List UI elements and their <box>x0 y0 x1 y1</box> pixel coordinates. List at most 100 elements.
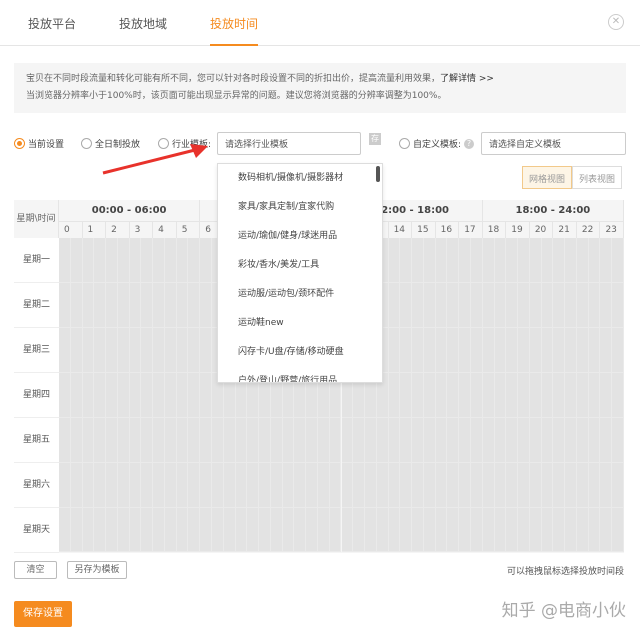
dropdown-option[interactable]: 户外/登山/野营/旅行用品 <box>218 367 382 383</box>
time-slot-cell[interactable] <box>459 328 471 373</box>
time-slot-cell[interactable] <box>400 508 412 552</box>
time-slot-cell[interactable] <box>177 418 189 463</box>
time-slot-cell[interactable] <box>495 418 507 463</box>
dropdown-option[interactable]: 运动服/运动包/颈环配件 <box>218 280 382 309</box>
time-slot-cell[interactable] <box>165 238 177 283</box>
time-slot-cell[interactable] <box>577 463 589 508</box>
time-slot-cell[interactable] <box>447 373 459 418</box>
time-slot-cell[interactable] <box>141 283 153 328</box>
time-slot-cell[interactable] <box>318 463 330 508</box>
time-slot-cell[interactable] <box>71 328 83 373</box>
time-slot-cell[interactable] <box>306 463 318 508</box>
time-slot-cell[interactable] <box>436 418 448 463</box>
time-slot-cell[interactable] <box>106 328 118 373</box>
time-slot-cell[interactable] <box>553 418 565 463</box>
time-slot-cell[interactable] <box>118 463 130 508</box>
time-slot-cell[interactable] <box>165 373 177 418</box>
time-slot-cell[interactable] <box>400 463 412 508</box>
time-slot-cell[interactable] <box>412 238 424 283</box>
time-slot-cell[interactable] <box>118 508 130 552</box>
time-slot-cell[interactable] <box>542 238 554 283</box>
time-slot-cell[interactable] <box>495 328 507 373</box>
time-slot-cell[interactable] <box>471 373 483 418</box>
save-icon[interactable]: 存 <box>369 133 381 145</box>
time-slot-cell[interactable] <box>106 373 118 418</box>
time-slot-cell[interactable] <box>71 463 83 508</box>
time-slot-cell[interactable] <box>577 328 589 373</box>
time-slot-cell[interactable] <box>330 418 342 463</box>
time-slot-cell[interactable] <box>542 283 554 328</box>
time-slot-cell[interactable] <box>424 328 436 373</box>
time-slot-cell[interactable] <box>389 508 401 552</box>
time-slot-cell[interactable] <box>283 508 295 552</box>
time-slot-cell[interactable] <box>259 463 271 508</box>
time-slot-cell[interactable] <box>271 508 283 552</box>
time-slot-cell[interactable] <box>141 238 153 283</box>
time-slot-cell[interactable] <box>294 508 306 552</box>
time-slot-cell[interactable] <box>118 373 130 418</box>
time-slot-cell[interactable] <box>224 463 236 508</box>
time-slot-cell[interactable] <box>71 508 83 552</box>
time-slot-cell[interactable] <box>200 418 212 463</box>
time-slot-cell[interactable] <box>141 463 153 508</box>
tab-platform[interactable]: 投放平台 <box>28 15 76 32</box>
dropdown-option[interactable]: 家具/家具定制/宜家代购 <box>218 193 382 222</box>
time-slot-cell[interactable] <box>600 463 612 508</box>
time-slot-cell[interactable] <box>612 238 624 283</box>
time-slot-cell[interactable] <box>506 508 518 552</box>
time-slot-cell[interactable] <box>424 463 436 508</box>
time-slot-cell[interactable] <box>59 373 71 418</box>
time-slot-cell[interactable] <box>200 463 212 508</box>
time-slot-cell[interactable] <box>365 418 377 463</box>
time-slot-cell[interactable] <box>471 328 483 373</box>
time-slot-cell[interactable] <box>518 508 530 552</box>
time-slot-cell[interactable] <box>459 463 471 508</box>
time-slot-cell[interactable] <box>589 508 601 552</box>
time-slot-cell[interactable] <box>389 418 401 463</box>
time-slot-cell[interactable] <box>94 373 106 418</box>
time-slot-cell[interactable] <box>318 418 330 463</box>
time-slot-cell[interactable] <box>259 418 271 463</box>
time-slot-cell[interactable] <box>188 508 200 552</box>
time-slot-cell[interactable] <box>542 418 554 463</box>
time-slot-cell[interactable] <box>247 418 259 463</box>
time-slot-cell[interactable] <box>153 373 165 418</box>
time-slot-cell[interactable] <box>377 508 389 552</box>
time-slot-cell[interactable] <box>188 238 200 283</box>
time-slot-cell[interactable] <box>83 373 95 418</box>
time-slot-cell[interactable] <box>106 238 118 283</box>
time-slot-cell[interactable] <box>83 328 95 373</box>
list-view-button[interactable]: 列表视图 <box>572 166 622 189</box>
time-slot-cell[interactable] <box>436 238 448 283</box>
time-slot-cell[interactable] <box>212 463 224 508</box>
time-slot-cell[interactable] <box>506 328 518 373</box>
time-slot-cell[interactable] <box>600 328 612 373</box>
time-slot-cell[interactable] <box>188 418 200 463</box>
time-slot-cell[interactable] <box>447 463 459 508</box>
industry-template-select[interactable]: 请选择行业模板 <box>217 132 361 155</box>
time-slot-cell[interactable] <box>247 508 259 552</box>
time-slot-cell[interactable] <box>447 418 459 463</box>
time-slot-cell[interactable] <box>612 463 624 508</box>
time-slot-cell[interactable] <box>471 418 483 463</box>
time-slot-cell[interactable] <box>506 373 518 418</box>
time-slot-cell[interactable] <box>141 418 153 463</box>
time-slot-cell[interactable] <box>495 508 507 552</box>
time-slot-cell[interactable] <box>165 463 177 508</box>
time-slot-cell[interactable] <box>342 463 354 508</box>
time-slot-cell[interactable] <box>506 418 518 463</box>
time-slot-cell[interactable] <box>318 508 330 552</box>
time-slot-cell[interactable] <box>177 508 189 552</box>
time-slot-cell[interactable] <box>365 463 377 508</box>
custom-template-select[interactable]: 请选择自定义模板 <box>481 132 626 155</box>
time-slot-cell[interactable] <box>306 508 318 552</box>
time-slot-cell[interactable] <box>106 418 118 463</box>
time-slot-cell[interactable] <box>130 238 142 283</box>
time-slot-cell[interactable] <box>530 373 542 418</box>
time-slot-cell[interactable] <box>483 418 495 463</box>
time-slot-cell[interactable] <box>565 373 577 418</box>
time-slot-cell[interactable] <box>130 463 142 508</box>
dropdown-option[interactable]: 数码相机/摄像机/摄影器材 <box>218 164 382 193</box>
time-slot-cell[interactable] <box>518 238 530 283</box>
time-slot-cell[interactable] <box>389 373 401 418</box>
